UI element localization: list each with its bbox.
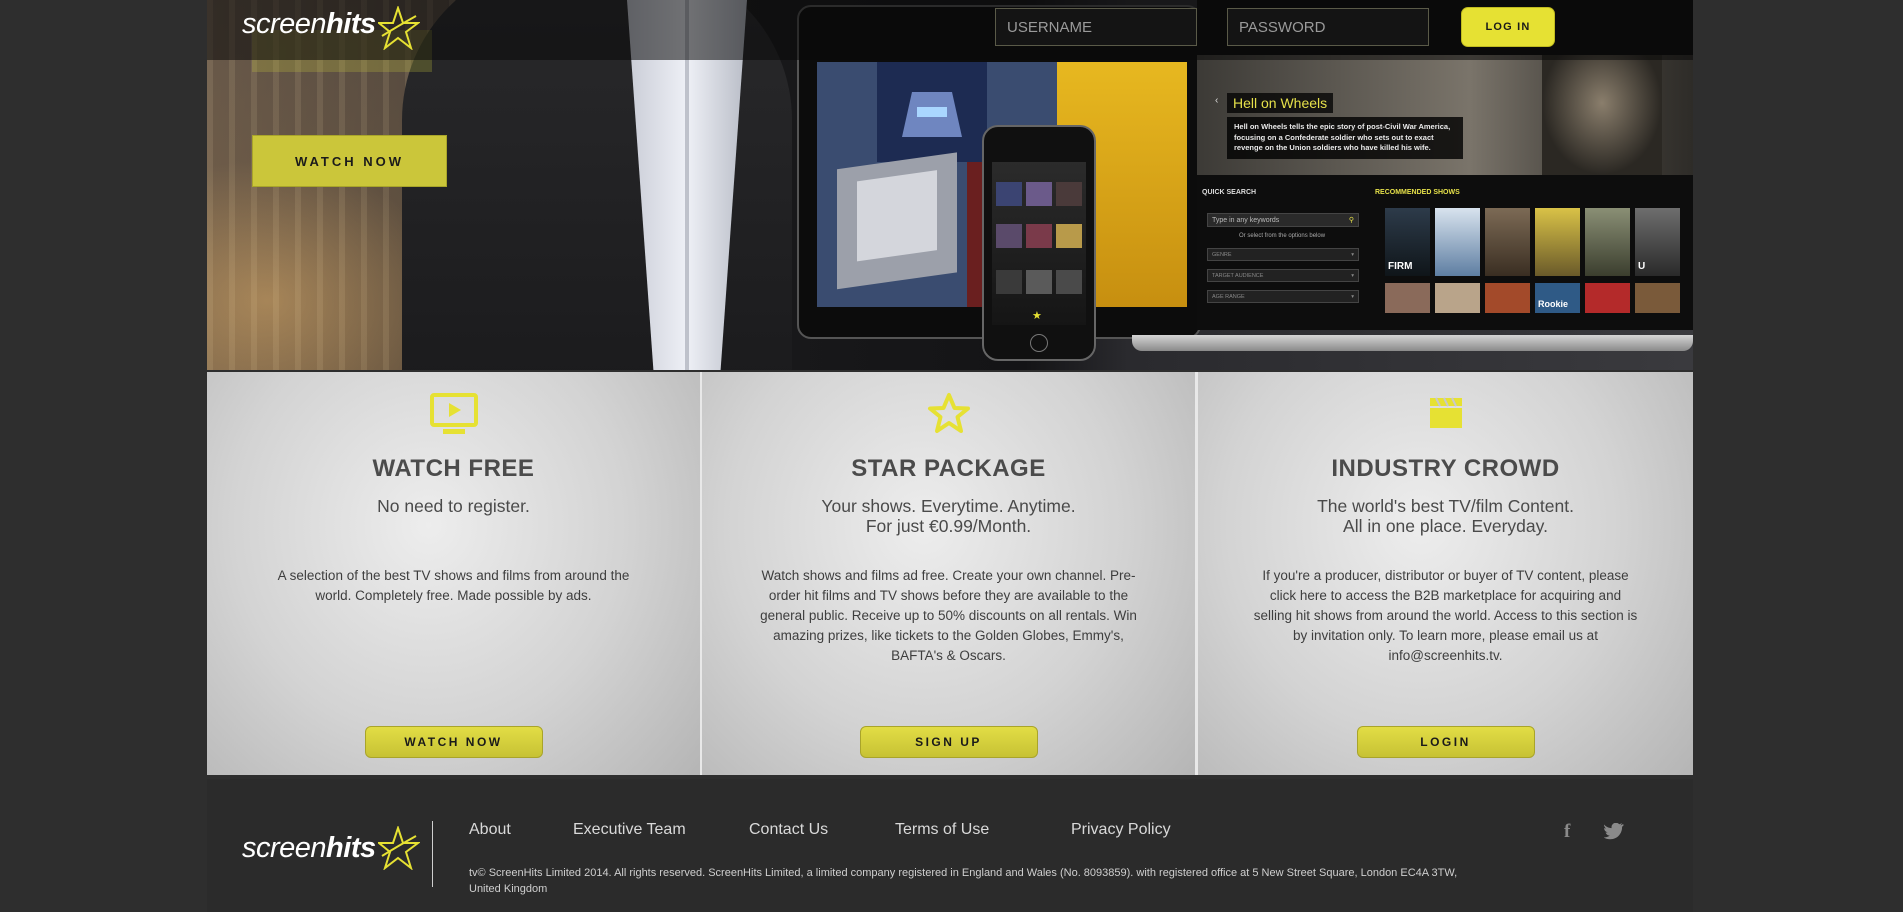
target-audience-select: TARGET AUDIENCE (1207, 269, 1359, 283)
cowboy-image (1542, 55, 1662, 175)
industry-login-button[interactable]: LOGIN (1356, 726, 1535, 758)
feature-subtitle: The world's best TV/film Content. All in… (1198, 496, 1693, 536)
top-navigation-bar: screenhits LOG IN (207, 0, 1693, 60)
poster-thumbnail (1485, 283, 1530, 313)
poster-thumbnail (1585, 283, 1630, 313)
laptop-featured-image: ‹ Hell on Wheels Hell on Wheels tells th… (1197, 55, 1693, 175)
feature-subtitle-line: All in one place. Everyday. (1343, 516, 1548, 536)
feature-subtitle-line: The world's best TV/film Content. (1317, 496, 1574, 516)
footer-link-terms-of-use[interactable]: Terms of Use (895, 821, 989, 839)
poster-thumbnail (1585, 208, 1630, 276)
genre-select: GENRE (1207, 248, 1359, 262)
footer-link-privacy-policy[interactable]: Privacy Policy (1071, 821, 1171, 839)
hero-watch-now-button[interactable]: WATCH NOW (252, 135, 447, 187)
chevron-left-icon: ‹ (1215, 95, 1219, 106)
feature-industry-crowd: INDUSTRY CROWD The world's best TV/film … (1198, 372, 1693, 775)
laptop-base (1132, 335, 1693, 351)
clapperboard-icon (1429, 397, 1462, 428)
footer-divider (432, 821, 433, 887)
screenhits-logo[interactable]: screen hits (242, 6, 420, 50)
poster-thumbnail (1385, 283, 1430, 313)
star-icon: ★ (1032, 310, 1042, 322)
feature-watch-free: WATCH FREE No need to register. A select… (207, 372, 700, 775)
tv-play-icon (429, 393, 478, 434)
feature-subtitle: No need to register. (377, 496, 530, 516)
quick-search-input: Type in any keywords ⚲ (1207, 213, 1359, 227)
quick-search-placeholder: Type in any keywords (1212, 217, 1280, 224)
feature-subtitle: Your shows. Everytime. Anytime. For just… (702, 496, 1195, 536)
featured-show-title: Hell on Wheels (1227, 93, 1334, 113)
poster-thumbnail (1485, 208, 1530, 276)
poster-thumbnail (1435, 208, 1480, 276)
sign-up-button[interactable]: SIGN UP (859, 726, 1038, 758)
poster-thumbnail (1635, 283, 1680, 313)
feature-star-package: STAR PACKAGE Your shows. Everytime. Anyt… (702, 372, 1195, 775)
password-field[interactable] (1227, 8, 1429, 46)
phone-mockup: ★ (982, 125, 1096, 361)
logo-star-icon (378, 6, 420, 50)
watch-now-button[interactable]: WATCH NOW (364, 726, 543, 758)
footer-screenhits-logo[interactable]: screen hits (242, 826, 420, 870)
feature-description: Watch shows and films ad free. Create yo… (760, 568, 1137, 663)
feature-title: INDUSTRY CROWD (1331, 455, 1560, 482)
age-range-select: AGE RANGE (1207, 290, 1359, 304)
phone-screen: ★ (992, 162, 1086, 325)
poster-thumbnail: FIRM (1385, 208, 1430, 276)
username-field[interactable] (995, 8, 1197, 46)
poster-thumbnail: Rookie (1535, 283, 1580, 313)
footer: screen hits About Executive Team Contact … (207, 779, 1693, 912)
footer-link-executive-team[interactable]: Executive Team (573, 821, 686, 839)
feature-subtitle-line: For just €0.99/Month. (865, 516, 1032, 536)
quick-search-label: QUICK SEARCH (1202, 189, 1257, 196)
select-options-note: Or select from the options below (1239, 233, 1326, 239)
feature-title: STAR PACKAGE (851, 455, 1046, 482)
poster-thumbnail: U (1635, 208, 1680, 276)
star-icon (927, 393, 970, 433)
logo-star-icon (378, 826, 420, 870)
hero-banner: WATCH NOW ‹ Hell on Wheels Hell on Wheel… (207, 0, 1693, 370)
twitter-icon[interactable] (1604, 823, 1624, 840)
featured-show-description: Hell on Wheels tells the epic story of p… (1227, 117, 1463, 159)
log-in-button[interactable]: LOG IN (1461, 7, 1555, 47)
feature-subtitle-line: Your shows. Everytime. Anytime. (821, 496, 1076, 516)
footer-link-about[interactable]: About (469, 821, 511, 839)
page: WATCH NOW ‹ Hell on Wheels Hell on Wheel… (207, 0, 1693, 912)
feature-title: WATCH FREE (372, 455, 535, 482)
feature-description: If you're a producer, distributor or buy… (1253, 568, 1638, 663)
phone-home-button (1030, 334, 1048, 352)
search-icon: ⚲ (1348, 217, 1354, 224)
footer-copyright: tv© ScreenHits Limited 2014. All rights … (469, 867, 1458, 895)
features-section: WATCH FREE No need to register. A select… (207, 372, 1693, 775)
footer-link-contact-us[interactable]: Contact Us (749, 821, 828, 839)
facebook-icon[interactable]: f (1564, 821, 1570, 843)
poster-thumbnail (1535, 208, 1580, 276)
recommended-shows-label: RECOMMENDED SHOWS (1375, 189, 1460, 196)
poster-thumbnail (1435, 283, 1480, 313)
feature-description: A selection of the best TV shows and fil… (277, 568, 630, 603)
